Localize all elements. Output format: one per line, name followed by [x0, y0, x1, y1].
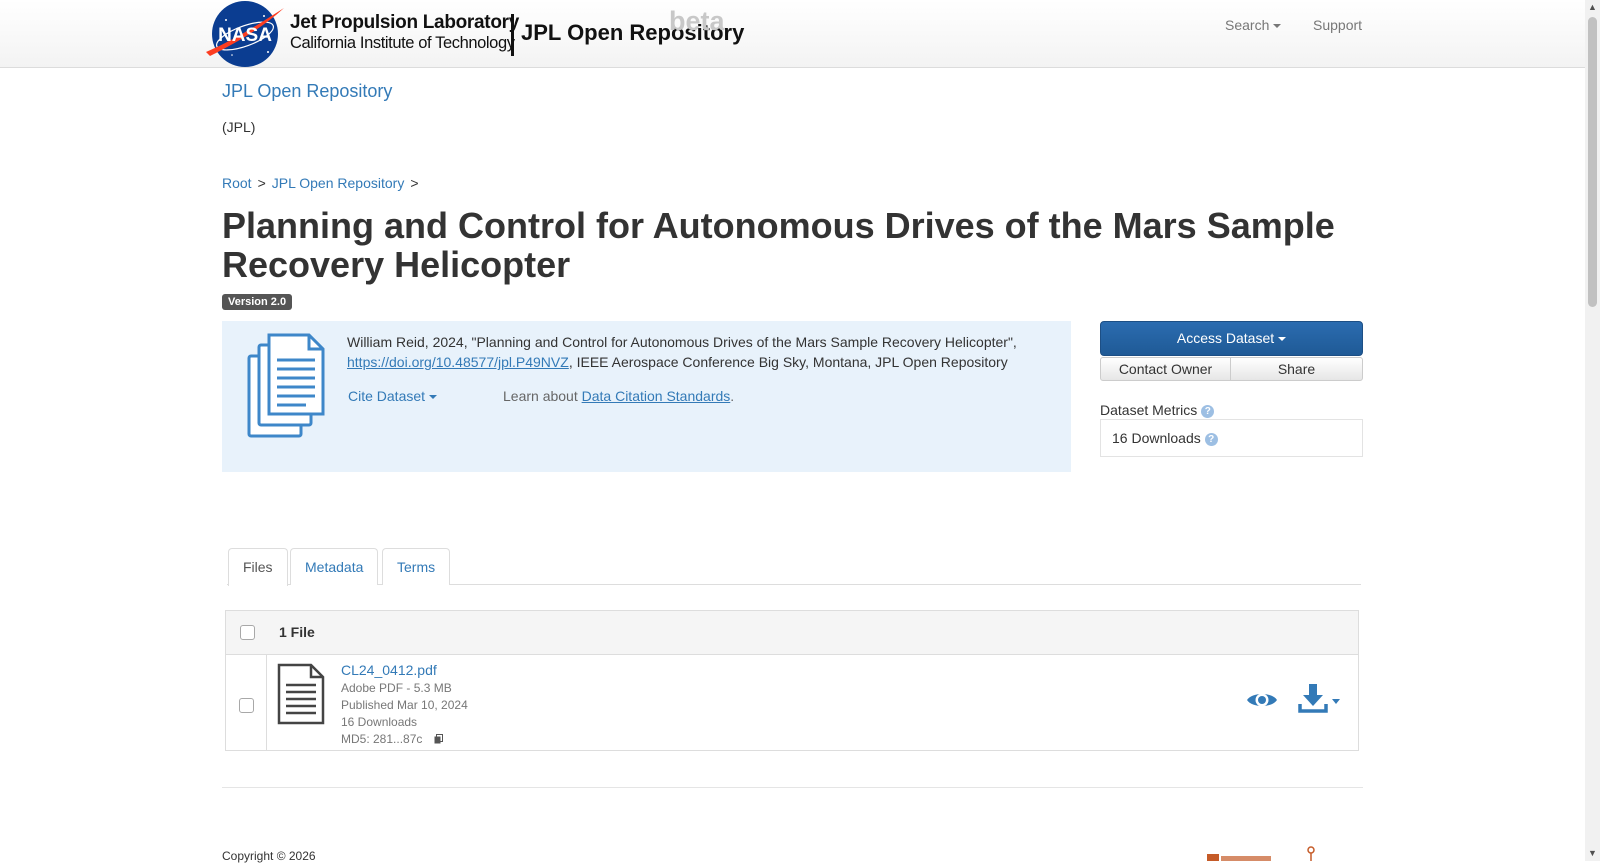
citation-suffix: , IEEE Aerospace Conference Big Sky, Mon…: [568, 354, 1008, 370]
cite-dataset-label: Cite Dataset: [348, 388, 426, 404]
file-published-date: Published Mar 10, 2024: [341, 698, 468, 712]
metrics-panel: 16 Downloads?: [1100, 419, 1363, 457]
files-table-header: 1 File: [226, 611, 1358, 655]
learn-about-suffix: .: [730, 388, 735, 404]
brand-divider: [511, 14, 514, 56]
page-title: Planning and Control for Autonomous Driv…: [222, 205, 1335, 285]
tab-files[interactable]: Files: [228, 548, 288, 586]
breadcrumb-root[interactable]: Root: [222, 175, 252, 191]
scroll-down-arrow-icon[interactable]: ▼: [1585, 846, 1600, 861]
dataverse-title-link[interactable]: JPL Open Repository: [222, 81, 392, 102]
file-md5: MD5: 281...87c: [341, 732, 443, 746]
document-stack-icon: [247, 333, 325, 438]
select-all-checkbox[interactable]: [240, 625, 255, 640]
nasa-logo-icon: NASA: [206, 1, 284, 67]
file-count: 1 File: [279, 624, 315, 640]
citation-doi-link[interactable]: https://doi.org/10.48577/jpl.P49NVZ: [347, 354, 569, 370]
nav-support-link[interactable]: Support: [1313, 17, 1362, 33]
help-icon[interactable]: ?: [1204, 433, 1218, 446]
chevron-down-icon: [1273, 24, 1282, 29]
download-chevron-down-icon[interactable]: [1332, 699, 1340, 704]
tab-terms[interactable]: Terms: [382, 548, 451, 585]
data-citation-standards-link[interactable]: Data Citation Standards: [582, 388, 731, 404]
metrics-downloads-text: 16 Downloads: [1112, 430, 1201, 446]
lab-name: Jet Propulsion Laboratory: [290, 12, 519, 33]
breadcrumb-separator: >: [257, 175, 266, 191]
dataverse-project-logo-icon[interactable]: [1207, 846, 1327, 861]
dataset-metrics-text: Dataset Metrics: [1100, 402, 1198, 418]
cite-dataset-dropdown[interactable]: Cite Dataset: [348, 388, 438, 404]
file-row-checkbox[interactable]: [239, 698, 254, 713]
file-type-size: Adobe PDF - 5.3 MB: [341, 681, 452, 695]
file-downloads: 16 Downloads: [341, 715, 418, 729]
nav-search-dropdown[interactable]: Search: [1225, 17, 1282, 33]
dataverse-affiliation: (JPL): [222, 119, 256, 135]
dataset-action-buttons: Contact Owner Share: [1100, 357, 1363, 381]
file-md5-text: MD5: 281...87c: [341, 732, 423, 746]
share-button[interactable]: Share: [1230, 357, 1363, 381]
contact-owner-button[interactable]: Contact Owner: [1100, 357, 1231, 381]
breadcrumb: Root > JPL Open Repository >: [222, 175, 425, 191]
chevron-down-icon: [1278, 337, 1287, 342]
scroll-thumb[interactable]: [1588, 17, 1597, 307]
eye-icon[interactable]: [1246, 689, 1278, 711]
citation-box: William Reid, 2024, "Planning and Contro…: [222, 321, 1071, 472]
tab-metadata[interactable]: Metadata: [290, 548, 379, 585]
footer-divider: [222, 787, 1363, 788]
learn-about-prefix: Learn about: [503, 388, 582, 404]
page-scrollbar[interactable]: ▲ ▼: [1585, 0, 1600, 861]
institute-name: California Institute of Technology: [290, 34, 515, 52]
nav-search-label: Search: [1225, 17, 1270, 33]
dataset-metrics-label: Dataset Metrics?: [1100, 402, 1215, 418]
copy-icon[interactable]: [434, 734, 443, 744]
chevron-down-icon: [429, 395, 438, 400]
scroll-up-arrow-icon[interactable]: ▲: [1585, 0, 1600, 15]
access-dataset-label: Access Dataset: [1176, 330, 1275, 346]
files-table: 1 File CL24_0412.pdf Adobe PDF - 5.3 MB …: [225, 610, 1359, 751]
file-icon: [277, 663, 325, 725]
beta-label: beta: [669, 6, 725, 36]
top-navbar: NASA Jet Propulsion Laboratory Californi…: [0, 0, 1585, 68]
citation-prefix: William Reid, 2024, "Planning and Contro…: [347, 334, 1017, 350]
access-dataset-button[interactable]: Access Dataset: [1100, 321, 1363, 356]
nasa-logo-text: NASA: [218, 25, 272, 46]
file-row-checkbox-cell: [226, 655, 267, 750]
download-icon[interactable]: [1298, 683, 1328, 713]
breadcrumb-separator: >: [410, 175, 419, 191]
learn-about-citation: Learn about Data Citation Standards.: [503, 388, 734, 404]
version-badge: Version 2.0: [222, 294, 293, 310]
help-icon[interactable]: ?: [1201, 405, 1215, 418]
file-name-link[interactable]: CL24_0412.pdf: [341, 662, 437, 678]
metrics-downloads: 16 Downloads?: [1112, 430, 1218, 446]
citation-text: William Reid, 2024, "Planning and Contro…: [347, 332, 1047, 372]
breadcrumb-jpl-open-repository[interactable]: JPL Open Repository: [272, 175, 405, 191]
